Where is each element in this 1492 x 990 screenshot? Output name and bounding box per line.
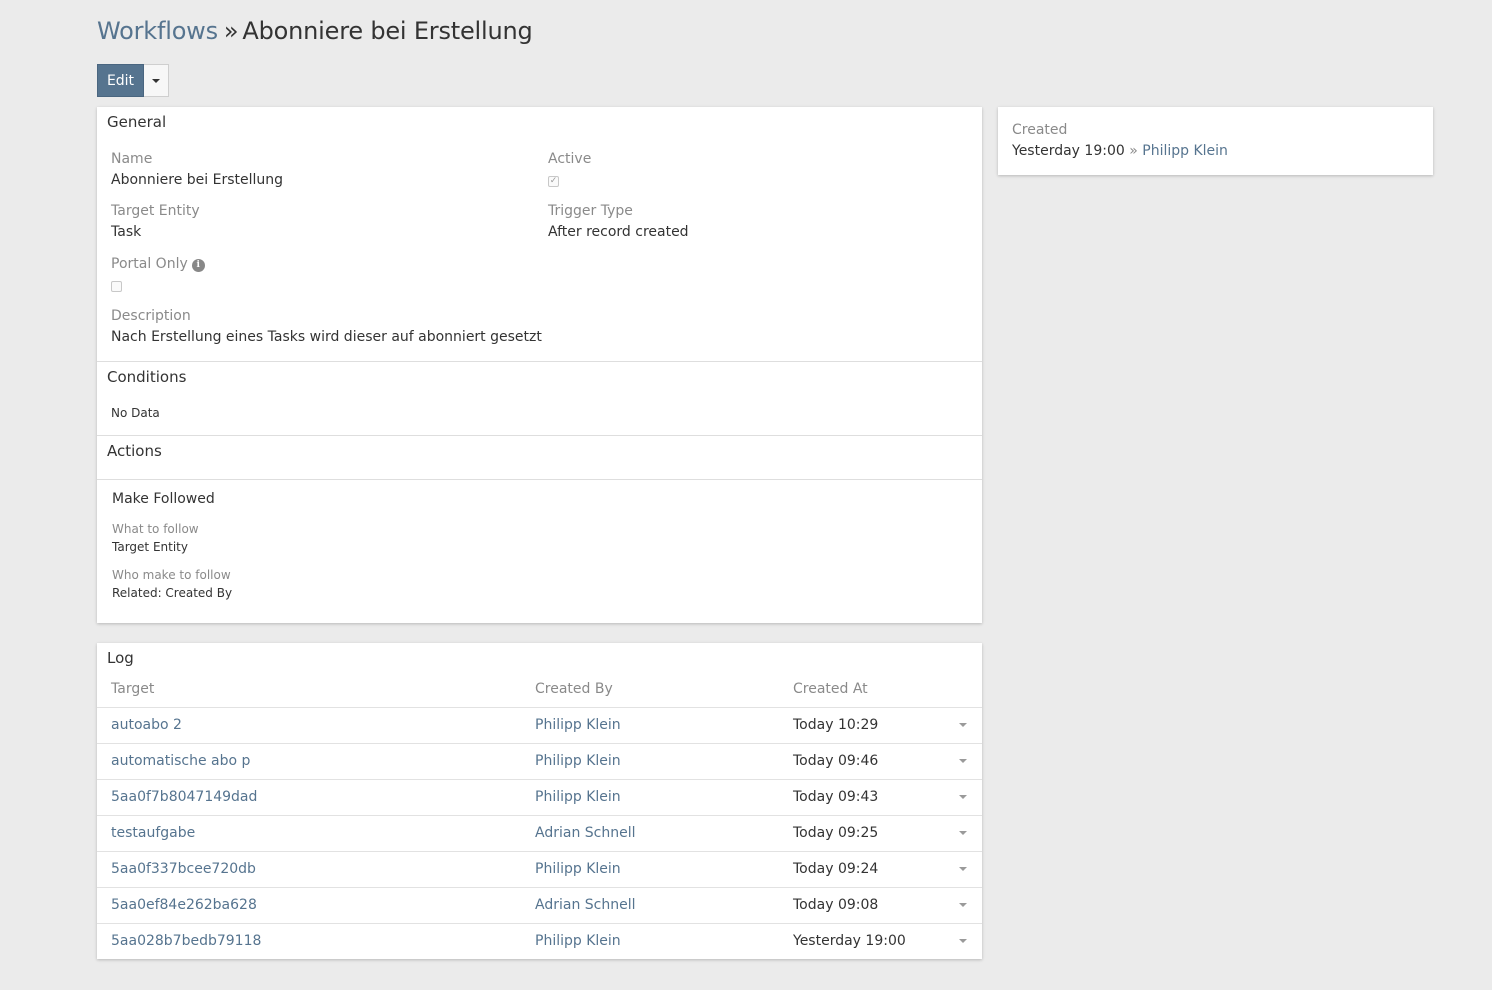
log-target-link[interactable]: 5aa028b7bedb79118: [111, 933, 261, 949]
page-title: Abonniere bei Erstellung: [242, 17, 533, 45]
log-target-link[interactable]: 5aa0ef84e262ba628: [111, 897, 257, 913]
table-row: testaufgabe Adrian Schnell Today 09:25: [97, 815, 982, 851]
description-value: Nach Erstellung eines Tasks wird dieser …: [111, 329, 542, 345]
table-row: autoabo 2 Philipp Klein Today 10:29: [97, 707, 982, 743]
portal-only-label: Portal Only: [111, 256, 188, 272]
row-actions-caret-icon[interactable]: [959, 867, 967, 871]
table-row: 5aa0f7b8047149dad Philipp Klein Today 09…: [97, 779, 982, 815]
row-actions-caret-icon[interactable]: [959, 795, 967, 799]
target-entity-value: Task: [111, 224, 142, 240]
breadcrumb-separator: »: [223, 17, 239, 45]
name-label: Name: [111, 151, 153, 167]
conditions-empty-text: No Data: [111, 406, 160, 420]
portal-only-checkbox: [111, 281, 122, 292]
log-created-by-link[interactable]: Philipp Klein: [535, 717, 621, 733]
log-target-link[interactable]: 5aa0f7b8047149dad: [111, 789, 257, 805]
general-section-title: General: [107, 113, 167, 131]
active-label: Active: [548, 151, 592, 167]
section-divider: [97, 479, 982, 480]
created-label: Created: [1012, 122, 1068, 138]
log-created-at: Today 09:24: [793, 861, 879, 877]
side-panel: Created Yesterday 19:00 » Philipp Klein: [998, 107, 1433, 175]
log-created-by-link[interactable]: Adrian Schnell: [535, 897, 636, 913]
log-created-by-link[interactable]: Adrian Schnell: [535, 825, 636, 841]
column-header-created-by[interactable]: Created By: [535, 681, 613, 697]
what-to-follow-label: What to follow: [112, 522, 199, 536]
log-target-link[interactable]: 5aa0f337bcee720db: [111, 861, 256, 877]
action-title: Make Followed: [112, 491, 215, 507]
table-row: 5aa0f337bcee720db Philipp Klein Today 09…: [97, 851, 982, 887]
name-value: Abonniere bei Erstellung: [111, 172, 284, 188]
info-icon[interactable]: i: [191, 258, 205, 272]
log-created-at: Today 09:25: [793, 825, 879, 841]
log-created-at: Today 09:46: [793, 753, 879, 769]
column-header-created-at[interactable]: Created At: [793, 681, 868, 697]
created-user-link[interactable]: Philipp Klein: [1142, 143, 1228, 159]
log-created-at: Yesterday 19:00: [793, 933, 906, 949]
column-header-target[interactable]: Target: [111, 681, 154, 697]
active-checkbox: ✓: [548, 176, 559, 187]
more-actions-dropdown-button[interactable]: [144, 64, 169, 97]
row-actions-caret-icon[interactable]: [959, 939, 967, 943]
created-info: Yesterday 19:00 » Philipp Klein: [1012, 143, 1228, 159]
trigger-type-value: After record created: [548, 224, 689, 240]
created-separator: »: [1129, 143, 1138, 159]
checkmark-icon: ✓: [549, 176, 558, 186]
table-row: 5aa028b7bedb79118 Philipp Klein Yesterda…: [97, 923, 982, 959]
log-created-at: Today 09:08: [793, 897, 879, 913]
log-section-title: Log: [107, 649, 134, 667]
actions-section-title: Actions: [107, 442, 162, 460]
page-header: Workflows» Abonniere bei Erstellung: [97, 14, 533, 48]
breadcrumb-workflows-link[interactable]: Workflows: [97, 17, 218, 45]
who-make-to-follow-value: Related: Created By: [112, 586, 233, 600]
log-created-at: Today 09:43: [793, 789, 879, 805]
section-divider: [97, 435, 982, 436]
who-make-to-follow-label: Who make to follow: [112, 568, 231, 582]
table-row: 5aa0ef84e262ba628 Adrian Schnell Today 0…: [97, 887, 982, 923]
row-actions-caret-icon[interactable]: [959, 903, 967, 907]
log-created-by-link[interactable]: Philipp Klein: [535, 789, 621, 805]
log-created-by-link[interactable]: Philipp Klein: [535, 861, 621, 877]
log-target-link[interactable]: automatische abo p: [111, 753, 250, 769]
detail-panel: General Name Abonniere bei Erstellung Ac…: [97, 107, 982, 623]
target-entity-label: Target Entity: [111, 203, 200, 219]
row-actions-caret-icon[interactable]: [959, 831, 967, 835]
trigger-type-label: Trigger Type: [548, 203, 633, 219]
row-actions-caret-icon[interactable]: [959, 759, 967, 763]
what-to-follow-value: Target Entity: [112, 540, 188, 554]
log-created-at: Today 10:29: [793, 717, 879, 733]
log-created-by-link[interactable]: Philipp Klein: [535, 933, 621, 949]
log-panel: Log Target Created By Created At autoabo…: [97, 643, 982, 959]
table-row: automatische abo p Philipp Klein Today 0…: [97, 743, 982, 779]
log-target-link[interactable]: testaufgabe: [111, 825, 195, 841]
section-divider: [97, 361, 982, 362]
log-target-link[interactable]: autoabo 2: [111, 717, 182, 733]
caret-down-icon: [152, 78, 160, 83]
created-time: Yesterday 19:00: [1012, 143, 1125, 159]
log-table-header: Target Created By Created At: [97, 681, 982, 708]
row-actions-caret-icon[interactable]: [959, 723, 967, 727]
portal-only-label-row: Portal Only i: [111, 256, 205, 272]
description-label: Description: [111, 308, 191, 324]
edit-button-group: Edit: [97, 64, 169, 97]
conditions-section-title: Conditions: [107, 368, 187, 386]
edit-button[interactable]: Edit: [97, 64, 144, 97]
log-created-by-link[interactable]: Philipp Klein: [535, 753, 621, 769]
